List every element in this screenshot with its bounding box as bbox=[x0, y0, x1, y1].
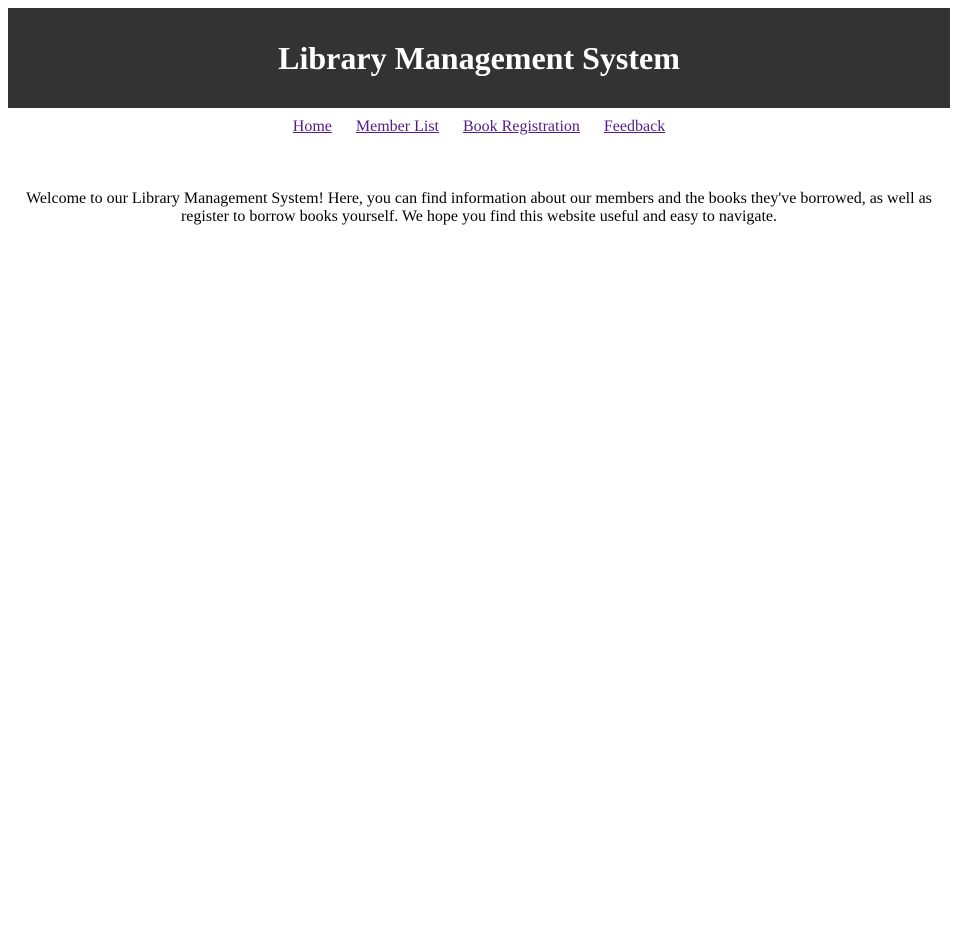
main-content: Welcome to our Library Management System… bbox=[8, 190, 950, 226]
nav-link-member-list[interactable]: Member List bbox=[356, 118, 439, 135]
main-nav: Home Member List Book Registration Feedb… bbox=[8, 118, 950, 136]
nav-link-book-registration[interactable]: Book Registration bbox=[463, 118, 580, 135]
site-header: Library Management System bbox=[8, 8, 950, 108]
page: Library Management System Home Member Li… bbox=[0, 0, 958, 951]
nav-link-home[interactable]: Home bbox=[293, 118, 332, 135]
welcome-text: Welcome to our Library Management System… bbox=[26, 190, 932, 225]
page-title: Library Management System bbox=[278, 39, 680, 76]
nav-link-feedback[interactable]: Feedback bbox=[604, 118, 665, 135]
